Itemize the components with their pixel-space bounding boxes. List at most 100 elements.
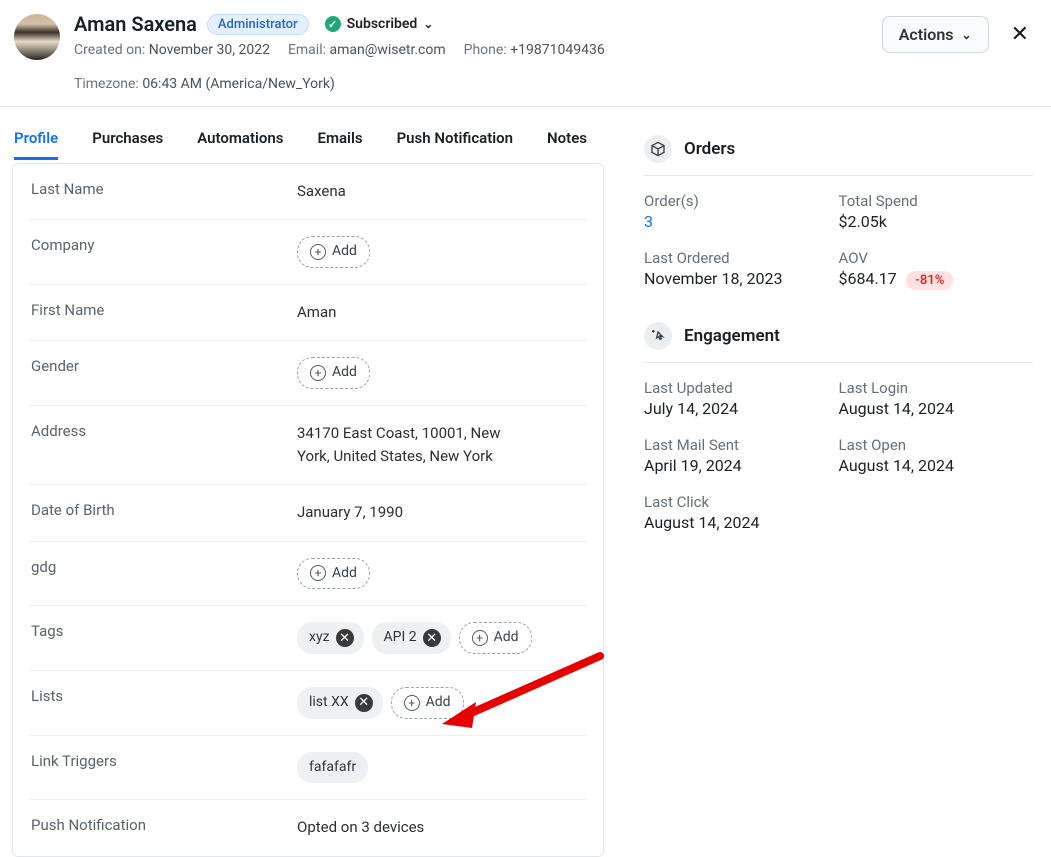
aov-label: AOV (839, 249, 1034, 267)
row-lists: Lists list XX ✕ + Add (29, 671, 587, 736)
push-label: Push Notification (31, 816, 287, 834)
add-gender-button[interactable]: + Add (297, 357, 370, 389)
add-label: Add (332, 241, 357, 263)
row-gdg: gdg + Add (29, 542, 587, 607)
last-updated: Last Updated July 14, 2024 (644, 379, 839, 418)
row-last-name: Last Name Saxena (29, 164, 587, 220)
plus-icon: + (472, 630, 488, 646)
lists-label: Lists (31, 687, 287, 705)
created-value: November 30, 2022 (149, 42, 270, 58)
phone-label: Phone: (464, 42, 507, 58)
created-label: Created on: (74, 42, 145, 58)
tab-push[interactable]: Push Notification (397, 129, 513, 160)
total-spend: Total Spend $2.05k (839, 192, 1034, 231)
last-name-value[interactable]: Saxena (297, 180, 585, 203)
row-company: Company + Add (29, 220, 587, 285)
actions-button[interactable]: Actions ⌄ (882, 16, 989, 53)
orders-section: Orders Order(s) 3 Total Spend $2.05k Las… (644, 135, 1033, 288)
total-spend-label: Total Spend (839, 192, 1034, 210)
dob-value[interactable]: January 7, 1990 (297, 501, 585, 524)
package-icon (644, 135, 672, 163)
subscription-label: Subscribed (347, 16, 418, 32)
last-open-value: August 14, 2024 (839, 456, 1034, 475)
first-name-value[interactable]: Aman (297, 301, 585, 324)
last-login-value: August 14, 2024 (839, 399, 1034, 418)
chevron-down-icon: ⌄ (423, 17, 433, 31)
tab-notes[interactable]: Notes (547, 129, 587, 160)
row-first-name: First Name Aman (29, 285, 587, 341)
add-label: Add (426, 692, 451, 714)
row-push: Push Notification Opted on 3 devices (29, 800, 587, 855)
add-gdg-button[interactable]: + Add (297, 558, 370, 590)
subscription-chip[interactable]: ✓ Subscribed ⌄ (319, 14, 440, 34)
aov-delta-badge: -81% (906, 271, 953, 290)
gender-label: Gender (31, 357, 287, 375)
list-chip[interactable]: list XX ✕ (297, 687, 383, 719)
tag-chip[interactable]: xyz ✕ (297, 622, 364, 654)
row-address: Address 34170 East Coast, 10001, New Yor… (29, 406, 587, 486)
phone-value: +19871049436 (510, 42, 605, 58)
trigger-label: fafafafr (309, 757, 356, 779)
remove-icon[interactable]: ✕ (336, 629, 354, 647)
engagement-section: Engagement Last Updated July 14, 2024 La… (644, 322, 1033, 532)
close-icon[interactable]: ✕ (1007, 20, 1033, 50)
header-meta: Created on: November 30, 2022 Email: ama… (74, 42, 868, 92)
role-badge[interactable]: Administrator (207, 14, 309, 35)
last-updated-value: July 14, 2024 (644, 399, 839, 418)
add-list-button[interactable]: + Add (391, 687, 464, 719)
add-company-button[interactable]: + Add (297, 236, 370, 268)
tz-value: 06:43 AM (America/New_York) (142, 76, 335, 92)
tag-chip[interactable]: API 2 ✕ (372, 622, 451, 654)
tag-label: API 2 (384, 627, 417, 649)
last-mail-value: April 19, 2024 (644, 456, 839, 475)
check-icon: ✓ (325, 16, 341, 32)
tab-purchases[interactable]: Purchases (92, 129, 163, 160)
chevron-down-icon: ⌄ (962, 28, 972, 42)
plus-icon: + (310, 565, 326, 581)
profile-panel: Last Name Saxena Company + Add First Nam… (12, 163, 604, 857)
last-updated-label: Last Updated (644, 379, 839, 397)
row-tags: Tags xyz ✕ API 2 ✕ + Add (29, 606, 587, 671)
address-label: Address (31, 422, 287, 440)
plus-icon: + (310, 244, 326, 260)
last-ordered-value: November 18, 2023 (644, 269, 839, 288)
header-actions: Actions ⌄ ✕ (882, 16, 1033, 53)
tags-label: Tags (31, 622, 287, 640)
total-spend-value: $2.05k (839, 212, 1034, 231)
row-link-triggers: Link Triggers fafafafr (29, 736, 587, 801)
last-ordered-label: Last Ordered (644, 249, 839, 267)
add-tag-button[interactable]: + Add (459, 622, 532, 654)
remove-icon[interactable]: ✕ (423, 629, 441, 647)
orders-title: Orders (684, 139, 735, 159)
cursor-click-icon (644, 322, 672, 350)
last-name-label: Last Name (31, 180, 287, 198)
last-open: Last Open August 14, 2024 (839, 436, 1034, 475)
last-login: Last Login August 14, 2024 (839, 379, 1034, 418)
orders-count-value[interactable]: 3 (644, 212, 839, 231)
remove-icon[interactable]: ✕ (355, 694, 373, 712)
last-open-label: Last Open (839, 436, 1034, 454)
tab-automations[interactable]: Automations (197, 129, 283, 160)
plus-icon: + (310, 365, 326, 381)
tz-label: Timezone: (74, 76, 139, 92)
tabs: Profile Purchases Automations Emails Pus… (12, 107, 604, 161)
address-value[interactable]: 34170 East Coast, 10001, New York, Unite… (297, 422, 507, 469)
last-click: Last Click August 14, 2024 (644, 493, 839, 532)
header-bar: Aman Saxena Administrator ✓ Subscribed ⌄… (0, 0, 1051, 107)
header-info: Aman Saxena Administrator ✓ Subscribed ⌄… (74, 12, 868, 92)
plus-icon: + (404, 695, 420, 711)
add-label: Add (332, 362, 357, 384)
gdg-label: gdg (31, 558, 287, 576)
aov-value: $684.17 (839, 269, 897, 288)
row-dob: Date of Birth January 7, 1990 (29, 485, 587, 541)
engagement-title: Engagement (684, 326, 780, 346)
tab-emails[interactable]: Emails (318, 129, 363, 160)
trigger-chip[interactable]: fafafafr (297, 752, 368, 784)
avatar[interactable] (14, 14, 60, 60)
tab-profile[interactable]: Profile (14, 129, 58, 160)
dob-label: Date of Birth (31, 501, 287, 519)
last-login-label: Last Login (839, 379, 1034, 397)
last-click-value: August 14, 2024 (644, 513, 839, 532)
orders-count-label: Order(s) (644, 192, 839, 210)
last-mail: Last Mail Sent April 19, 2024 (644, 436, 839, 475)
